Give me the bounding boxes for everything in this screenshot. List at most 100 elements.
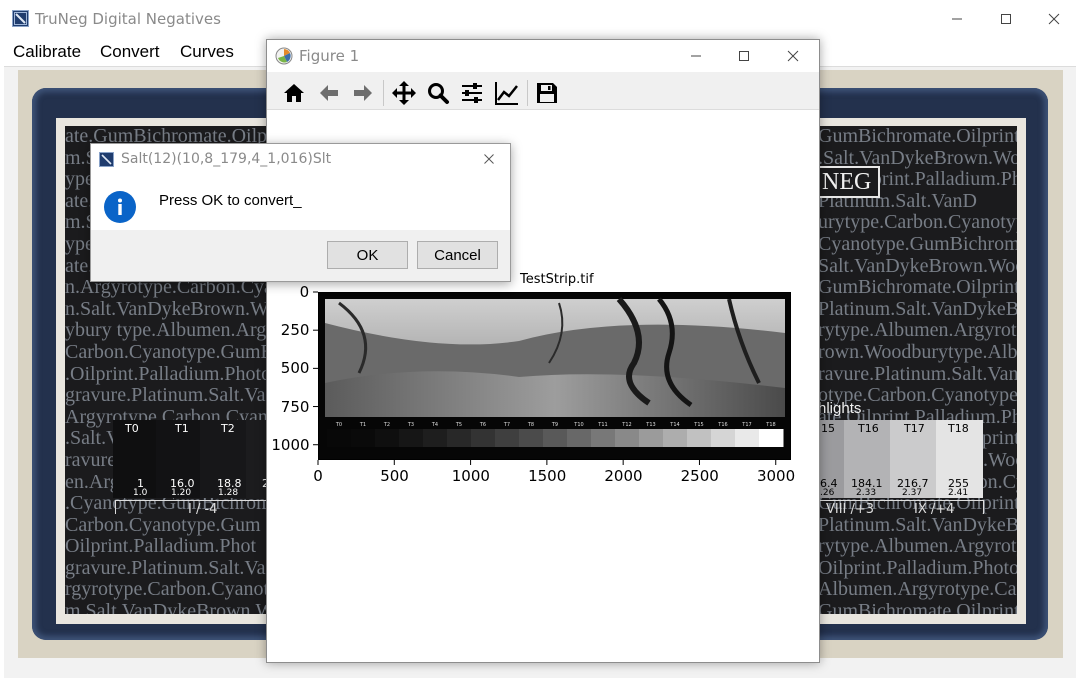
menu-calibrate[interactable]: Calibrate xyxy=(13,40,81,66)
right-step-label-0: 15 xyxy=(821,422,835,435)
right-zone-label-1: IX /+4 xyxy=(914,502,955,517)
x-tick-label: 2000 xyxy=(604,467,643,485)
background-text-line: .Oilprint.Palladium.Photogr xyxy=(65,362,270,385)
x-tick-label: 0 xyxy=(313,467,323,485)
convert-dialog: Salt(12)(10,8_179,4_1,016)Slt Press OK t… xyxy=(90,143,511,282)
right-step-density-3: 2.41 xyxy=(948,488,969,498)
right-step-label-1: T16 xyxy=(858,422,879,435)
left-step-density-2: 1.28 xyxy=(218,488,239,498)
background-text-line: GumBichromate.Oilprint.Palladiu xyxy=(818,276,1017,299)
background-text-line: rytype.Albumen.Argyrotype xyxy=(818,535,1017,558)
dialog-close-button[interactable] xyxy=(479,150,499,168)
background-text-line: ravure.Platinum.Salt.VanDyk xyxy=(818,362,1017,385)
background-text-right: GumBichromate.Oilprint. .Salt.VanDykeBrow… xyxy=(818,126,1017,614)
x-tick-label: 2500 xyxy=(680,467,719,485)
background-text-line: GumBichromate.Oilprint. xyxy=(818,126,1017,147)
maximize-icon xyxy=(1001,14,1011,24)
toolbar-separator xyxy=(527,80,528,106)
figure-close-button[interactable] xyxy=(770,37,816,75)
app-title-bar[interactable]: TruNeg Digital Negatives xyxy=(0,0,1080,38)
edit-axis-icon[interactable] xyxy=(492,78,522,108)
background-text-line: Cyanotype.GumBichromate.Oilp xyxy=(818,232,1017,255)
background-text-line: Platinum.Salt.VanDykeBrown.Wood xyxy=(818,297,1017,320)
minimize-button[interactable] xyxy=(934,0,980,38)
pan-icon[interactable] xyxy=(389,78,419,108)
ok-button[interactable]: OK xyxy=(327,241,408,269)
menu-curves[interactable]: Curves xyxy=(180,40,234,66)
background-text-line: n.Salt.VanDykeBrown.Woodbu xyxy=(65,297,270,320)
dialog-message: Press OK to convert_ xyxy=(159,192,302,209)
background-text-line: Carbon.Cyanotype.Gum xyxy=(65,513,261,536)
background-text-line: Oilprint.Palladium.Phot xyxy=(65,535,257,558)
maximize-button[interactable] xyxy=(983,0,1029,38)
background-text-line: rgyrotype.Carbon.Cyanotyp xyxy=(65,578,270,601)
menu-convert[interactable]: Convert xyxy=(100,40,160,66)
y-tick-label: 0 xyxy=(299,283,310,301)
close-icon xyxy=(1048,13,1060,25)
background-text-line: GumBichromate.Oilprint xyxy=(818,600,1017,614)
left-step-label-1: T1 xyxy=(175,422,189,435)
background-text-line: Salt.VanDykeBrown.Woodburyt xyxy=(818,254,1017,277)
left-step-label-0: T0 xyxy=(125,422,139,435)
y-tick-label: 250 xyxy=(280,321,310,340)
dialog-app-icon xyxy=(99,152,114,167)
x-tick-label: 1500 xyxy=(528,467,567,485)
minimize-icon xyxy=(691,55,701,57)
right-step-density-1: 2.33 xyxy=(856,488,877,498)
figure-title: Figure 1 xyxy=(299,47,360,65)
maximize-icon xyxy=(739,51,749,61)
right-step-label-2: T17 xyxy=(904,422,925,435)
configure-subplots-icon[interactable] xyxy=(457,78,487,108)
dialog-title-bar[interactable]: Salt(12)(10,8_179,4_1,016)Slt xyxy=(91,144,510,174)
close-icon xyxy=(787,50,799,62)
close-button[interactable] xyxy=(1031,0,1077,38)
left-step-label-2: T2 xyxy=(221,422,235,435)
background-text-line: rown.Woodburytype.Albumen.Ar xyxy=(818,340,1017,363)
cancel-button[interactable]: Cancel xyxy=(417,241,498,269)
left-zone-label: I / -4 xyxy=(188,502,218,517)
x-tick-label: 500 xyxy=(380,467,409,485)
left-step-density-1: 1.20 xyxy=(171,488,192,498)
forward-icon[interactable] xyxy=(348,78,378,108)
x-tick-label: 1000 xyxy=(451,467,490,485)
right-step-density-2: 2.37 xyxy=(902,488,923,498)
y-tick-label: 500 xyxy=(280,359,310,378)
y-tick-label: 1000 xyxy=(271,435,310,454)
app-icon xyxy=(12,10,29,27)
x-tick-label: 3000 xyxy=(756,467,796,485)
home-icon[interactable] xyxy=(279,78,309,108)
background-text-line: urytype.Carbon.Cyanotype.Albu xyxy=(818,211,1017,234)
y-tick-label: 750 xyxy=(280,397,310,416)
highlights-label: hlights xyxy=(818,400,862,417)
plot-title: TestStrip.tif xyxy=(520,272,594,287)
axis-tick-marks xyxy=(313,291,777,465)
truneg-logo: NEG xyxy=(818,166,880,198)
minimize-icon xyxy=(952,18,962,20)
truneg-logo-text: NEG xyxy=(822,169,872,195)
figure-maximize-button[interactable] xyxy=(721,37,767,75)
matplotlib-icon xyxy=(275,47,293,65)
dialog-title: Salt(12)(10,8_179,4_1,016)Slt xyxy=(121,151,332,167)
background-text-line: gravure.Platinum.Salt.Van xyxy=(65,556,270,579)
right-zone-label-0: VIII /+3 xyxy=(826,502,875,517)
window-left-edge xyxy=(0,66,4,682)
info-icon xyxy=(104,191,136,223)
back-icon[interactable] xyxy=(314,78,344,108)
background-text-line: ybury type.Albumen.Argyrotyp xyxy=(65,319,270,342)
figure-minimize-button[interactable] xyxy=(673,37,719,75)
background-text-line: Carbon.Cyanotype.GumBichro xyxy=(65,340,270,363)
zoom-icon[interactable] xyxy=(423,78,453,108)
left-step-density-0: 1.0 xyxy=(133,488,148,498)
background-text-line: Oilprint.Palladium.Photogr xyxy=(818,556,1017,579)
right-step-density-0: .26 xyxy=(820,488,835,498)
close-icon xyxy=(484,154,494,164)
background-text-line: rytype.Albumen.Argyrotype.Car xyxy=(818,319,1017,342)
background-text-line: Platinum.Salt.VanDykeBrow xyxy=(818,513,1017,536)
right-step-label-3: T18 xyxy=(948,422,969,435)
background-text-line: Albumen.Argyrotype.Carb xyxy=(818,578,1017,601)
app-title: TruNeg Digital Negatives xyxy=(35,10,221,28)
save-icon[interactable] xyxy=(532,78,562,108)
background-text-line: m.Salt.VanDykeBrown.Wo xyxy=(65,600,270,614)
figure-title-bar[interactable]: Figure 1 xyxy=(267,40,819,72)
toolbar-separator xyxy=(383,80,384,106)
